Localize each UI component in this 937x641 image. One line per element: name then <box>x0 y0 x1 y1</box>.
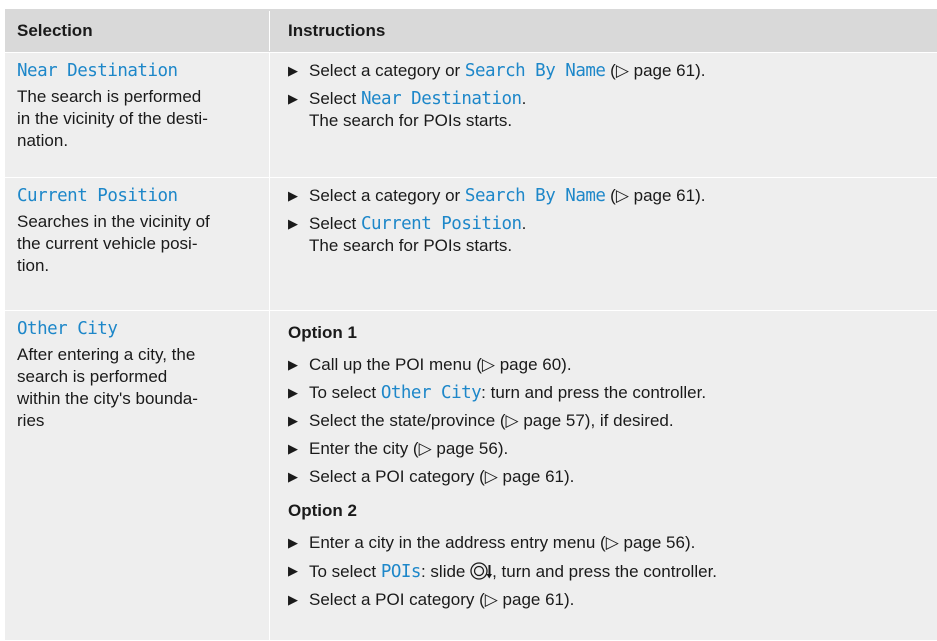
description-line: the current vehicle posi- <box>17 234 198 253</box>
step-text: (▷ page 61). <box>605 186 706 205</box>
step-result: The search for POIs starts. <box>309 236 513 255</box>
selection-cell: Other City After entering a city, the se… <box>5 311 270 640</box>
step-keyword: POIs <box>380 562 422 582</box>
table-header: Selection Instructions <box>5 9 937 53</box>
instruction-step: ▶ Select Near Destination. The search fo… <box>288 88 921 132</box>
bullet-arrow-icon: ▶ <box>288 441 298 456</box>
instructions-cell: ▶ Select a category or Search By Name (▷… <box>270 53 937 177</box>
description-line: The search is performed <box>17 87 202 106</box>
option-near-destination: Near Destination <box>17 61 178 81</box>
instruction-step: ▶ Select a POI category (▷ page 61). <box>288 589 921 611</box>
bullet-arrow-icon: ▶ <box>288 413 298 428</box>
step-text: . <box>521 214 527 233</box>
selection-cell: Current Position Searches in the vicinit… <box>5 178 270 310</box>
instruction-step: ▶ Select Current Position. The search fo… <box>288 213 921 257</box>
step-keyword: Search By Name <box>464 186 606 206</box>
description-line: ries <box>17 411 45 430</box>
option-description: Searches in the vicinity of the current … <box>17 211 257 277</box>
step-text: Enter the city (▷ page 56). <box>309 439 509 458</box>
option-1-title: Option 1 <box>288 323 357 342</box>
instructions-cell: ▶ Select a category or Search By Name (▷… <box>270 178 937 310</box>
step-keyword: Search By Name <box>464 61 606 81</box>
bullet-arrow-icon: ▶ <box>288 188 298 203</box>
description-line: Searches in the vicinity of <box>17 212 210 231</box>
bullet-arrow-icon: ▶ <box>288 357 298 372</box>
instruction-step: ▶ Select a POI category (▷ page 61). <box>288 466 921 488</box>
instruction-step: ▶ Select a category or Search By Name (▷… <box>288 60 921 82</box>
step-text: Select <box>309 89 361 108</box>
table-row: Current Position Searches in the vicinit… <box>5 178 937 311</box>
step-text: , turn and press the controller. <box>492 562 718 581</box>
step-text: Call up the POI menu (▷ page 60). <box>309 355 572 374</box>
step-text: To select <box>309 562 381 581</box>
instructions-cell: Option 1 ▶ Call up the POI menu (▷ page … <box>270 311 937 640</box>
controller-slide-down-icon <box>470 562 493 580</box>
step-text: (▷ page 61). <box>605 61 706 80</box>
header-instructions: Instructions <box>288 20 386 40</box>
step-text: To select <box>309 383 381 402</box>
instruction-step: ▶ Enter the city (▷ page 56). <box>288 438 921 460</box>
instruction-step: ▶ Select a category or Search By Name (▷… <box>288 185 921 207</box>
bullet-arrow-icon: ▶ <box>288 592 298 607</box>
instruction-step: ▶ To select Other City: turn and press t… <box>288 382 921 404</box>
instruction-step: ▶ To select POIs: slide , turn and press… <box>288 560 921 583</box>
description-line: search is performed <box>17 367 168 386</box>
bullet-arrow-icon: ▶ <box>288 216 298 231</box>
description-line: tion. <box>17 256 50 275</box>
poi-search-table: Selection Instructions Near Destination … <box>5 9 937 641</box>
instruction-step: ▶ Call up the POI menu (▷ page 60). <box>288 354 921 376</box>
description-line: nation. <box>17 131 69 150</box>
bullet-arrow-icon: ▶ <box>288 385 298 400</box>
table-row: Near Destination The search is performed… <box>5 53 937 178</box>
step-text: . <box>521 89 527 108</box>
bullet-arrow-icon: ▶ <box>288 63 298 78</box>
bullet-arrow-icon: ▶ <box>288 91 298 106</box>
description-line: After entering a city, the <box>17 345 196 364</box>
step-result: The search for POIs starts. <box>309 111 513 130</box>
selection-cell: Near Destination The search is performed… <box>5 53 270 177</box>
step-text: Select a category or <box>309 186 465 205</box>
header-selection: Selection <box>5 10 270 51</box>
step-keyword: Other City <box>380 383 482 403</box>
bullet-arrow-icon: ▶ <box>288 535 298 550</box>
step-text: Select the state/province (▷ page 57), i… <box>309 411 674 430</box>
step-text: Select <box>309 214 361 233</box>
table-row: Other City After entering a city, the se… <box>5 311 937 641</box>
option-other-city: Other City <box>17 319 118 339</box>
step-text: Select a category or <box>309 61 465 80</box>
description-line: within the city's bounda- <box>17 389 198 408</box>
step-text: Enter a city in the address entry menu (… <box>309 533 696 552</box>
option-description: The search is performed in the vicinity … <box>17 86 257 152</box>
step-text: Select a POI category (▷ page 61). <box>309 590 575 609</box>
description-line: in the vicinity of the desti- <box>17 109 208 128</box>
bullet-arrow-icon: ▶ <box>288 469 298 484</box>
option-2-title: Option 2 <box>288 501 357 520</box>
step-text: : slide <box>420 562 471 581</box>
step-text: : turn and press the controller. <box>481 383 707 402</box>
option-description: After entering a city, the search is per… <box>17 344 257 432</box>
bullet-arrow-icon: ▶ <box>288 563 298 578</box>
step-keyword: Near Destination <box>360 89 522 109</box>
step-keyword: Current Position <box>360 214 522 234</box>
instruction-step: ▶ Enter a city in the address entry menu… <box>288 532 921 554</box>
step-text: Select a POI category (▷ page 61). <box>309 467 575 486</box>
option-current-position: Current Position <box>17 186 178 206</box>
instruction-step: ▶ Select the state/province (▷ page 57),… <box>288 410 921 432</box>
